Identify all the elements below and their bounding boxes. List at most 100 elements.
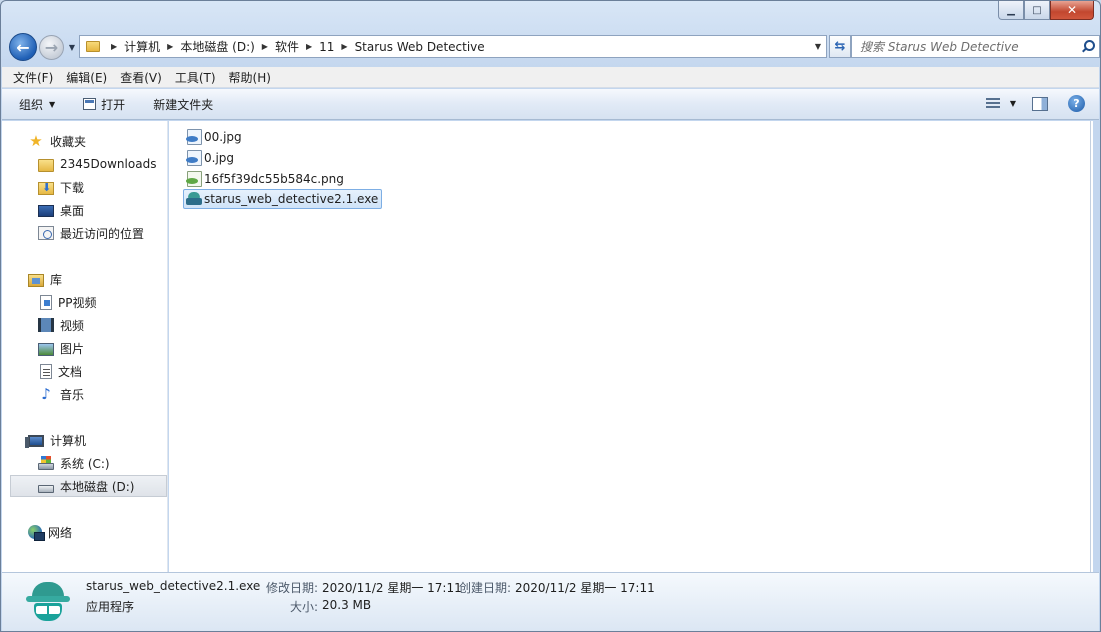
chevron-right-icon[interactable]: ▶ [341,42,347,51]
sidebar-item-label: 音乐 [60,387,85,402]
details-file-type: 应用程序 [86,600,135,614]
minimize-button[interactable]: ▁ [998,1,1024,20]
sidebar-item-libraries[interactable]: 库 [2,268,166,290]
jpg-file-icon [186,129,202,145]
organize-button[interactable]: 组织 ▼ [19,96,55,113]
sidebar-item-label: 系统 (C:) [60,456,110,471]
details-modified-value: 2020/11/2 星期一 17:11 [322,581,462,595]
sidebar-item-documents[interactable]: 文档 [2,360,166,382]
folder-icon [38,158,54,172]
jpg-file-icon [186,150,202,166]
sidebar-item-pp-video[interactable]: PP视频 [2,291,166,313]
menu-file[interactable]: 文件(F) [13,69,53,86]
details-modified-label: 修改日期: [266,581,319,595]
forward-button[interactable]: → [39,34,64,60]
close-button[interactable]: ✕ [1050,1,1094,20]
breadcrumb-drive-d[interactable]: 本地磁盘 (D:) [180,38,254,55]
details-created-value: 2020/11/2 星期一 17:11 [515,581,655,595]
breadcrumb: ▶ 计算机 ▶ 本地磁盘 (D:) ▶ 软件 ▶ 11 ▶ Starus Web… [104,38,485,55]
sidebar-item-pictures[interactable]: 图片 [2,337,166,359]
documents-icon [40,363,52,379]
sidebar-item-desktop[interactable]: 桌面 [2,199,166,221]
pp-video-icon [40,294,52,310]
sidebar-item-favorites[interactable]: ★ 收藏夹 [2,130,166,152]
sidebar-item-label: 计算机 [50,433,87,448]
address-history-dropdown[interactable]: ▼ [810,42,826,51]
preview-pane-icon[interactable] [1032,96,1048,111]
chevron-right-icon[interactable]: ▶ [306,42,312,51]
navigation-pane: ★ 收藏夹 2345Downloads 下载 桌面 最近访问的位置 库 PP视频 [2,121,168,572]
file-name: 00.jpg [204,130,242,144]
file-list: 00.jpg 0.jpg 16f5f39dc55b584c.png starus… [169,121,1093,572]
libraries-icon [28,273,44,287]
organize-label: 组织 [19,97,44,112]
search-input[interactable] [860,39,1070,54]
sidebar-item-label: 网络 [48,525,73,540]
breadcrumb-computer[interactable]: 计算机 [124,38,160,55]
caption-buttons: ▁ □ ✕ [998,1,1094,21]
chevron-right-icon[interactable]: ▶ [167,42,173,51]
refresh-button[interactable]: ⇆ [829,35,851,58]
list-item[interactable]: 16f5f39dc55b584c.png [185,169,347,189]
menu-help[interactable]: 帮助(H) [229,69,271,86]
open-icon [83,98,97,110]
search-icon[interactable] [1081,40,1095,53]
menu-edit[interactable]: 编辑(E) [66,69,107,86]
open-button[interactable]: 打开 [83,96,125,113]
maximize-button[interactable]: □ [1024,1,1050,20]
sidebar-item-computer[interactable]: 计算机 [2,429,166,451]
back-button[interactable]: ← [9,33,37,61]
desktop-icon [38,205,54,217]
sidebar-item-network[interactable]: 网络 [2,521,166,543]
video-icon [38,318,54,332]
star-icon: ★ [29,132,43,150]
menu-bar: 文件(F) 编辑(E) 查看(V) 工具(T) 帮助(H) [2,67,1099,88]
command-bar: 组织 ▼ 打开 新建文件夹 ▼ ? [2,89,1099,120]
breadcrumb-starus[interactable]: Starus Web Detective [355,40,485,54]
breadcrumb-11[interactable]: 11 [319,40,334,54]
search-box[interactable] [851,35,1100,58]
file-name: 0.jpg [204,151,235,165]
details-created-label: 创建日期: [459,581,512,595]
new-folder-button[interactable]: 新建文件夹 [153,96,213,113]
detective-app-icon [186,191,202,207]
address-bar[interactable]: ▶ 计算机 ▶ 本地磁盘 (D:) ▶ 软件 ▶ 11 ▶ Starus Web… [79,35,827,58]
sidebar-item-downloads[interactable]: 下载 [2,176,166,198]
network-icon [28,525,45,541]
sidebar-item-drive-d[interactable]: 本地磁盘 (D:) [10,475,167,497]
new-folder-label: 新建文件夹 [153,97,214,112]
navigation-bar: ← → ▼ ▶ 计算机 ▶ 本地磁盘 (D:) ▶ 软件 ▶ 11 ▶ Star… [9,31,1100,63]
list-item[interactable]: 00.jpg [185,127,245,147]
breadcrumb-software[interactable]: 软件 [275,38,299,55]
sidebar-item-label: 2345Downloads [60,157,157,171]
sidebar-item-music[interactable]: ♪ 音乐 [2,383,166,405]
explorer-window: ▁ □ ✕ ← → ▼ ▶ 计算机 ▶ 本地磁盘 (D:) ▶ 软件 ▶ 11 … [0,0,1101,632]
recent-pages-dropdown[interactable]: ▼ [66,43,78,52]
open-label: 打开 [101,97,126,112]
chevron-right-icon[interactable]: ▶ [111,42,117,51]
details-size-value: 20.3 MB [322,598,372,612]
sidebar-item-recent-places[interactable]: 最近访问的位置 [2,222,166,244]
recent-places-icon [38,226,54,240]
menu-tools[interactable]: 工具(T) [175,69,216,86]
system-drive-icon [38,456,54,470]
sidebar-item-label: 本地磁盘 (D:) [60,479,135,494]
list-item[interactable]: 0.jpg [185,148,237,168]
sidebar-item-label: 最近访问的位置 [60,226,145,241]
folder-icon [86,41,100,52]
change-view-icon[interactable] [985,97,1000,110]
png-file-icon [186,171,202,187]
chevron-right-icon[interactable]: ▶ [262,42,268,51]
chevron-down-icon[interactable]: ▼ [1010,99,1016,108]
sidebar-item-label: 图片 [60,341,85,356]
help-icon[interactable]: ? [1068,95,1085,112]
details-size-label: 大小: [290,600,319,614]
sidebar-item-label: 收藏夹 [50,134,87,149]
menu-view[interactable]: 查看(V) [120,69,162,86]
sidebar-item-drive-c[interactable]: 系统 (C:) [2,452,166,474]
sidebar-item-2345downloads[interactable]: 2345Downloads [2,153,166,175]
detective-app-icon [26,582,70,624]
sidebar-item-videos[interactable]: 视频 [2,314,166,336]
list-item[interactable]: starus_web_detective2.1.exe [183,189,383,209]
computer-icon [25,434,44,448]
